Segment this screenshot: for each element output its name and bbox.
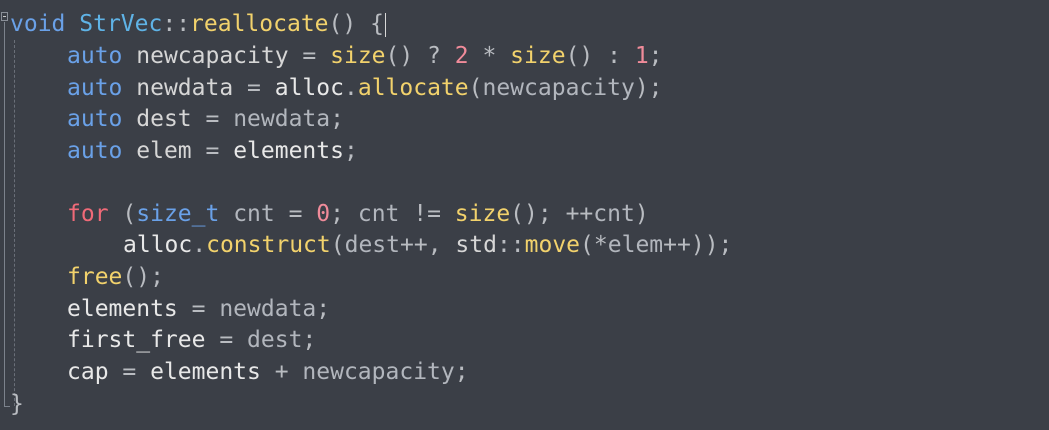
closing-brace: } <box>10 391 24 417</box>
operator: . <box>343 75 358 101</box>
member-variable: elements <box>233 138 344 164</box>
function-name: reallocate <box>190 11 329 37</box>
identifier: newdata <box>233 106 331 132</box>
identifier: dest <box>136 106 192 132</box>
operator: () : <box>565 43 635 69</box>
function-call: allocate <box>357 75 469 101</box>
keyword-for: for <box>67 201 109 227</box>
code-line-3[interactable]: auto newdata = alloc.allocate(newcapacit… <box>67 73 663 104</box>
function-call: size <box>510 43 566 69</box>
operator: * <box>468 43 511 69</box>
code-line-10[interactable]: elements = newdata; <box>67 294 330 325</box>
identifier: cnt <box>219 201 275 227</box>
operator: != <box>399 201 455 227</box>
keyword-auto: auto <box>67 43 123 69</box>
operator: = <box>288 43 331 69</box>
paren: ); <box>634 75 663 101</box>
text-cursor <box>384 12 386 37</box>
function-call: free <box>67 264 123 290</box>
keyword-auto: auto <box>67 138 123 164</box>
code-line-9[interactable]: free(); <box>67 262 164 293</box>
semicolon: ; <box>316 296 331 322</box>
namespace: std <box>455 232 497 258</box>
code-line-12[interactable]: cap = elements + newcapacity; <box>67 357 469 388</box>
number-literal: 2 <box>454 43 469 69</box>
operator: = <box>191 138 234 164</box>
code-line-2[interactable]: auto newcapacity = size() ? 2 * size() :… <box>67 41 663 72</box>
paren: ( <box>580 232 594 258</box>
member-variable: elements <box>67 296 178 322</box>
fold-region-line <box>4 22 5 407</box>
identifier: newdata <box>219 296 317 322</box>
code-line-13[interactable]: } <box>10 389 24 420</box>
class-name: StrVec <box>79 11 163 37</box>
semicolon: ; <box>343 138 358 164</box>
operator: () ? <box>385 43 455 69</box>
identifier: cnt <box>593 201 635 227</box>
identifier: cnt <box>357 201 400 227</box>
code-line-4[interactable]: auto dest = newdata; <box>67 104 344 135</box>
member-variable: elements <box>150 359 261 385</box>
operator: , <box>427 232 456 258</box>
identifier: newcapacity <box>302 359 455 385</box>
semicolon: ; <box>454 359 469 385</box>
operator: (); <box>510 201 566 227</box>
member-variable: first_free <box>67 327 206 353</box>
identifier: dest <box>247 327 303 353</box>
semicolon: ; <box>330 201 358 227</box>
code-editor[interactable]: void StrVec::reallocate() { auto newcapa… <box>0 0 1049 430</box>
member-variable: cap <box>67 359 109 385</box>
code-line-11[interactable]: first_free = dest; <box>67 325 316 356</box>
identifier: newcapacity <box>136 43 289 69</box>
indent-guide <box>14 40 15 406</box>
identifier: elem <box>607 232 664 258</box>
member-variable: alloc <box>123 232 193 258</box>
number-literal: 1 <box>634 43 649 69</box>
operator: = <box>177 296 220 322</box>
keyword-void: void <box>10 11 66 37</box>
scope-operator: :: <box>496 232 525 258</box>
semicolon: ; <box>648 43 663 69</box>
argument: newcapacity <box>482 75 635 101</box>
keyword-auto: auto <box>67 106 123 132</box>
fold-collapse-icon[interactable] <box>1 12 8 21</box>
identifier: elem <box>136 138 192 164</box>
paren: )); <box>690 232 733 258</box>
operator: ++ <box>663 232 691 258</box>
operator: ++ <box>399 232 428 258</box>
paren: ( <box>330 232 345 258</box>
number-literal: 0 <box>316 201 331 227</box>
code-line-1[interactable]: void StrVec::reallocate() { <box>10 9 386 40</box>
operator: * <box>593 232 608 258</box>
operator: = <box>108 359 151 385</box>
paren: ( <box>468 75 483 101</box>
operator: = <box>233 75 275 101</box>
member-variable: alloc <box>274 75 344 101</box>
identifier: newdata <box>136 75 234 101</box>
signature-rest: () { <box>328 11 384 37</box>
function-call: size <box>330 43 386 69</box>
function-call: move <box>524 232 581 258</box>
function-call: construct <box>206 232 331 258</box>
code-line-8[interactable]: alloc.construct(dest++, std::move(*elem+… <box>123 230 732 261</box>
semicolon: ; <box>330 106 344 132</box>
operator: = <box>205 327 248 353</box>
operator: = <box>191 106 234 132</box>
operator: = <box>274 201 317 227</box>
paren: ) <box>634 201 649 227</box>
operator: (); <box>122 264 164 290</box>
operator: . <box>192 232 207 258</box>
keyword-auto: auto <box>67 75 123 101</box>
operator: + <box>260 359 303 385</box>
code-line-5[interactable]: auto elem = elements; <box>67 136 358 167</box>
semicolon: ; <box>302 327 317 353</box>
operator: ++ <box>565 201 594 227</box>
scope-operator: :: <box>162 11 191 37</box>
identifier: dest <box>344 232 400 258</box>
code-line-7[interactable]: for (size_t cnt = 0; cnt != size(); ++cn… <box>67 199 649 230</box>
type-name: size_t <box>136 201 220 227</box>
paren: ( <box>108 201 137 227</box>
function-call: size <box>454 201 511 227</box>
